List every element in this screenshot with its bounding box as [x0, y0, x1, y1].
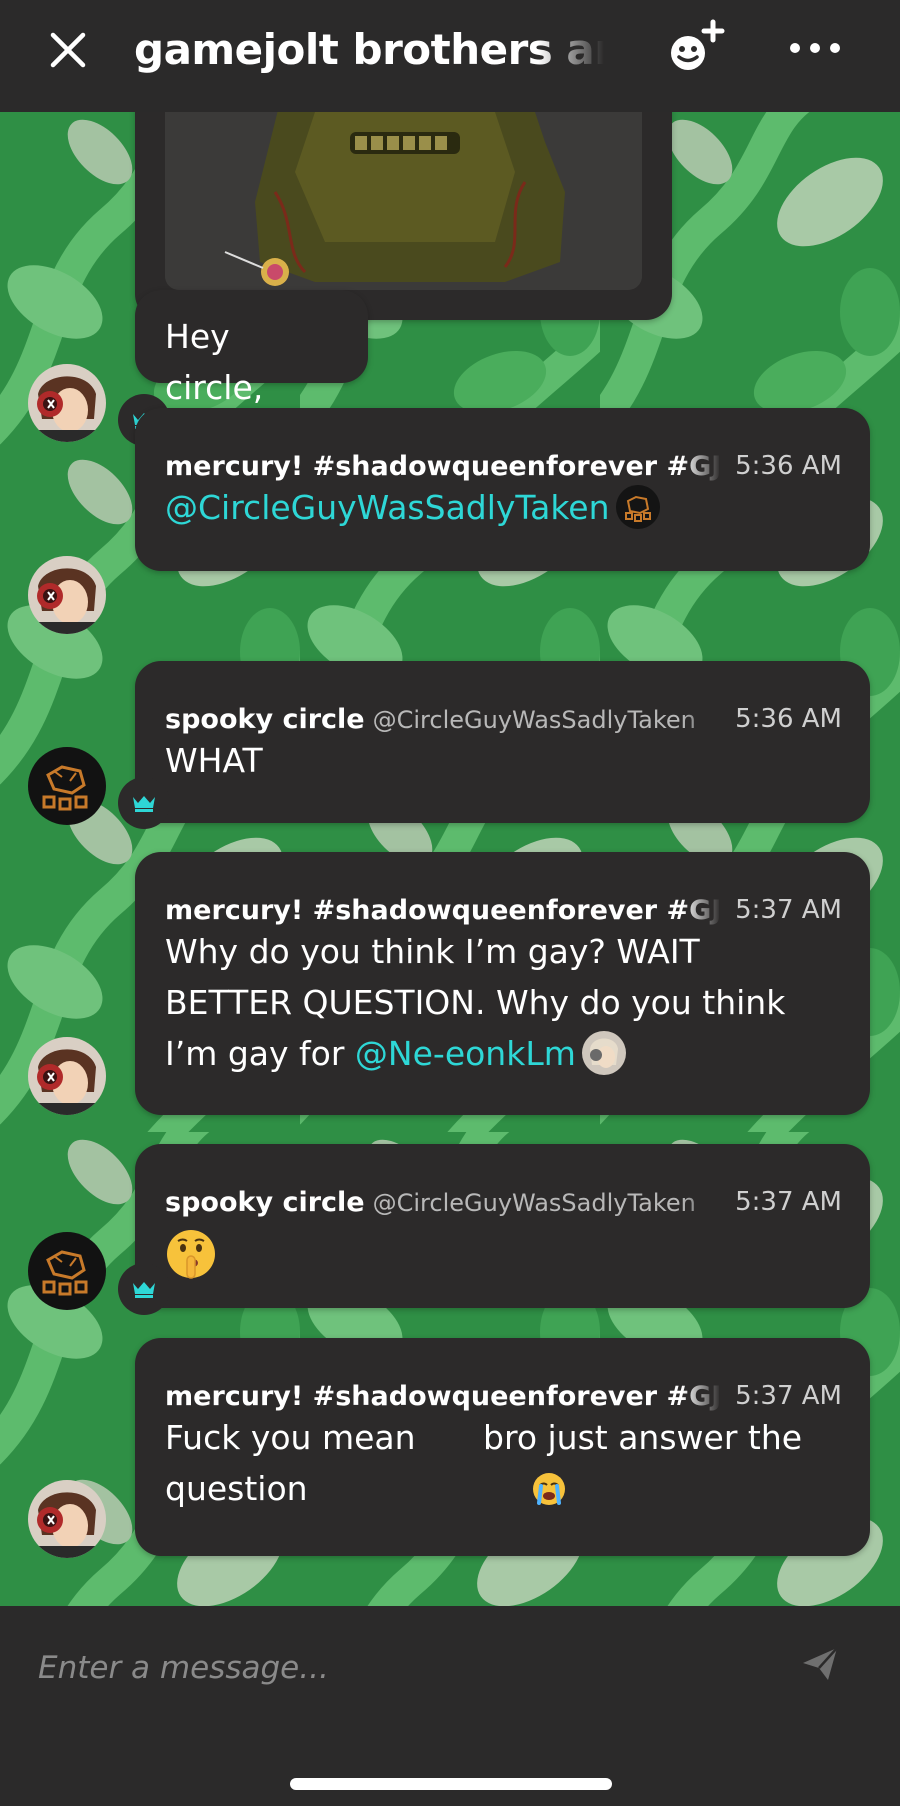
user-avatar-image: [28, 556, 106, 634]
home-indicator: [290, 1778, 612, 1790]
timestamp: 5:36 AM: [735, 704, 842, 734]
user-avatar-image: [28, 1480, 106, 1558]
mention-link[interactable]: @CircleGuyWasSadlyTaken: [165, 488, 610, 527]
message-composer: [0, 1606, 900, 1806]
send-button[interactable]: [800, 1644, 848, 1692]
message-line: Fuck you mean bro just answer the: [165, 1412, 840, 1505]
message-text: [165, 1228, 840, 1294]
crown-icon: [133, 796, 155, 812]
close-icon: [50, 32, 86, 68]
message-bubble[interactable]: spooky circle @CircleGuyWasSadlyTaken 5:3…: [135, 1144, 870, 1308]
username[interactable]: spooky circle: [165, 1187, 365, 1218]
message-line: BETTER QUESTION. Why do you think: [165, 983, 786, 1022]
avatar[interactable]: [28, 1480, 106, 1558]
message-header: mercury! #shadowqueenforever #GJ1 5:37 A…: [165, 1376, 842, 1416]
timestamp: 5:37 AM: [735, 1187, 842, 1217]
timestamp: 5:37 AM: [735, 1381, 842, 1411]
more-dots-icon: [790, 43, 840, 53]
message-bubble[interactable]: Hey circle,: [135, 290, 368, 407]
chat-header: gamejolt brothers and: [0, 0, 900, 112]
timestamp: 5:36 AM: [735, 451, 842, 481]
crown-badge: [118, 1263, 170, 1315]
timestamp: 5:37 AM: [735, 895, 842, 925]
close-button[interactable]: [42, 24, 94, 76]
add-member-button[interactable]: [664, 18, 732, 82]
message-line: I’m gay for @Ne-eonkLm: [165, 1028, 840, 1079]
mention-avatar: [615, 484, 660, 529]
more-options-button[interactable]: [780, 18, 850, 78]
avatar[interactable]: [28, 1232, 106, 1310]
message-header: spooky circle @CircleGuyWasSadlyTaken 5:3…: [165, 1182, 842, 1222]
neeon-avatar-mini: [581, 1030, 626, 1075]
message-text: WHAT: [165, 741, 263, 780]
crown-badge: [118, 777, 170, 829]
crying-face-emoji: [426, 1419, 565, 1505]
avatar[interactable]: [28, 1037, 106, 1115]
message-line: Why do you think I’m gay? WAIT: [165, 932, 700, 971]
user-handle[interactable]: @CircleGuyWasSadlyTaken: [373, 1189, 696, 1217]
crown-icon: [133, 1282, 155, 1298]
message-bubble[interactable]: mercury! #shadowqueenforever #GJ1 5:37 A…: [135, 852, 870, 1115]
username[interactable]: mercury! #shadowqueenforever #GJ1: [165, 895, 721, 926]
username-wrap: spooky circle @CircleGuyWasSadlyTaken: [165, 704, 721, 735]
circle-avatar-image: [28, 1232, 106, 1310]
username[interactable]: spooky circle: [165, 704, 365, 735]
image-attachment[interactable]: [165, 112, 642, 290]
message-bubble[interactable]: spooky circle @CircleGuyWasSadlyTaken 5:3…: [135, 661, 870, 823]
chat-scroll-area[interactable]: Hey circle, mercury! #shadowqueenforever…: [0, 112, 900, 1606]
message-line-text: bro just answer the: [462, 1418, 803, 1457]
user-avatar-image: [28, 1037, 106, 1115]
message-text: Hey circle,: [165, 317, 264, 407]
message-input[interactable]: [38, 1628, 798, 1708]
message-header: mercury! #shadowqueenforever #GJ1 5:37 A…: [165, 890, 842, 930]
user-handle[interactable]: @CircleGuyWasSadlyTaken: [373, 706, 696, 734]
circle-avatar-image: [28, 747, 106, 825]
message-bubble[interactable]: mercury! #shadowqueenforever #GJ1 5:37 A…: [135, 1338, 870, 1556]
message-text: Why do you think I’m gay? WAIT BETTER QU…: [165, 926, 840, 1079]
message-line-text: Fuck you mean: [165, 1418, 427, 1457]
shushing-face-emoji: [167, 1230, 215, 1279]
user-avatar-image: [28, 364, 106, 442]
username[interactable]: mercury! #shadowqueenforever #GJ1: [165, 1381, 721, 1412]
username-wrap: spooky circle @CircleGuyWasSadlyTaken: [165, 1187, 721, 1218]
message-header: mercury! #shadowqueenforever #GJ1 5:36 A…: [165, 446, 842, 486]
avatar[interactable]: [28, 556, 106, 634]
username[interactable]: mercury! #shadowqueenforever #GJ1: [165, 451, 721, 482]
message-header: spooky circle @CircleGuyWasSadlyTaken 5:3…: [165, 699, 842, 739]
mention-link[interactable]: @Ne-eonkLm: [355, 1034, 576, 1073]
avatar[interactable]: [28, 364, 106, 442]
animatronic-image: [165, 112, 642, 290]
message-text: Fuck you mean bro just answer the questi…: [165, 1412, 840, 1514]
image-message-bubble[interactable]: [135, 112, 672, 320]
send-icon: [803, 1647, 838, 1680]
avatar[interactable]: [28, 747, 106, 825]
crying-face-icon: [532, 1472, 565, 1505]
message-line-text: I’m gay for: [165, 1034, 355, 1073]
mention-avatar: [581, 1030, 626, 1075]
add-emoji-icon: [671, 19, 725, 70]
message-bubble[interactable]: mercury! #shadowqueenforever #GJ1 5:36 A…: [135, 408, 870, 571]
circle-avatar-mini: [615, 484, 660, 529]
chat-title: gamejolt brothers and: [134, 25, 604, 74]
message-text: @CircleGuyWasSadlyTaken: [165, 482, 840, 533]
